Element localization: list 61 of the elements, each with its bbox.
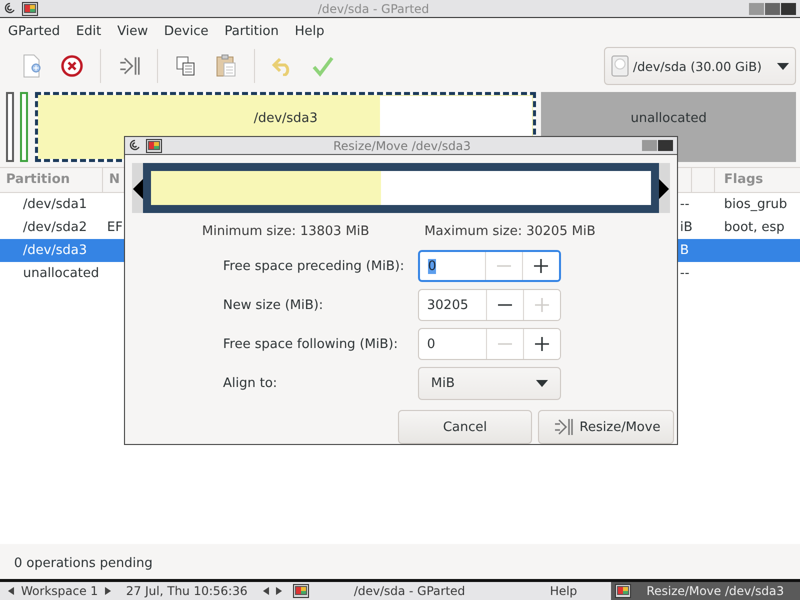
next-icon[interactable]	[276, 587, 282, 595]
workspace-label: Workspace 1	[21, 584, 98, 598]
dropdown-arrow-icon	[536, 380, 548, 387]
partition-block[interactable]	[20, 92, 28, 162]
field-value: 0	[427, 336, 436, 352]
partition-name: unallocated	[630, 111, 707, 127]
device-selector[interactable]: /dev/sda (30.00 GiB)	[604, 47, 796, 85]
field-value: 0	[428, 258, 436, 274]
table-cell: iB	[680, 220, 693, 235]
field-value: 30205	[427, 298, 468, 312]
table-cell: --	[680, 197, 690, 212]
close-icon[interactable]	[658, 140, 673, 152]
table-cell: EF	[107, 220, 123, 235]
table-cell: /dev/sda2	[23, 220, 87, 235]
checkmark-icon[interactable]	[312, 55, 334, 77]
new-document-icon[interactable]	[22, 54, 42, 78]
field-label: New size (MiB):	[223, 298, 324, 312]
maximize-icon[interactable]	[765, 2, 780, 14]
minimum-size-text: Minimum size: 13803 MiB	[202, 224, 370, 239]
swirl-icon	[129, 138, 141, 152]
menu-item[interactable]: Help	[286, 24, 332, 38]
plus-icon[interactable]	[533, 258, 549, 274]
previous-icon[interactable]	[262, 587, 268, 595]
spin-field[interactable]: 0	[418, 250, 561, 282]
dropdown-arrow-icon	[777, 62, 789, 70]
table-cell: /dev/sda1	[23, 197, 87, 212]
copy-icon[interactable]	[175, 55, 197, 77]
taskbar-item[interactable]: Help	[524, 582, 604, 600]
app-icon	[614, 584, 630, 598]
cancel-button[interactable]: Cancel	[398, 410, 532, 444]
plus-icon[interactable]	[534, 336, 550, 352]
window-title: /dev/sda - GParted	[316, 2, 430, 16]
table-cell: boot, esp	[724, 220, 785, 235]
menu-item[interactable]: Partition	[216, 24, 287, 38]
maximum-size-text: Maximum size: 30205 MiB	[424, 224, 596, 239]
table-cell: B	[680, 243, 689, 258]
delete-icon[interactable]	[61, 55, 83, 77]
next-workspace-icon[interactable]	[105, 587, 112, 595]
close-icon[interactable]	[781, 2, 796, 14]
status-text: 0 operations pending	[13, 554, 154, 572]
dialog-title: Resize/Move /dev/sda3	[332, 138, 472, 153]
resize-move-button[interactable]: Resize/Move	[538, 410, 674, 444]
spin-field[interactable]: 0	[418, 328, 561, 360]
field-label: Free space following (MiB):	[223, 336, 399, 352]
align-dropdown[interactable]: MiB	[418, 367, 561, 400]
clock-text: 27 Jul, Thu 10:56:36	[126, 584, 248, 598]
paste-icon[interactable]	[215, 54, 237, 78]
menu-item[interactable]: Edit	[68, 24, 110, 38]
previous-workspace-icon[interactable]	[8, 587, 14, 595]
menu-item[interactable]: View	[109, 24, 156, 38]
field-label: Align to:	[223, 376, 278, 391]
field-label: Free space preceding (MiB):	[223, 258, 405, 274]
partition-name: /dev/sda3	[254, 111, 318, 127]
menu-item[interactable]: Device	[156, 24, 217, 38]
spin-field[interactable]: 30205	[418, 289, 561, 321]
table-cell: /dev/sda3	[23, 243, 87, 258]
table-cell: bios_grub	[724, 197, 788, 212]
taskbar-item[interactable]: Resize/Move /dev/sda3	[610, 582, 800, 600]
partition-block[interactable]	[6, 92, 14, 162]
taskbar-item[interactable]: /dev/sda - GParted	[288, 582, 510, 600]
menu-item[interactable]: GParted	[0, 24, 68, 38]
